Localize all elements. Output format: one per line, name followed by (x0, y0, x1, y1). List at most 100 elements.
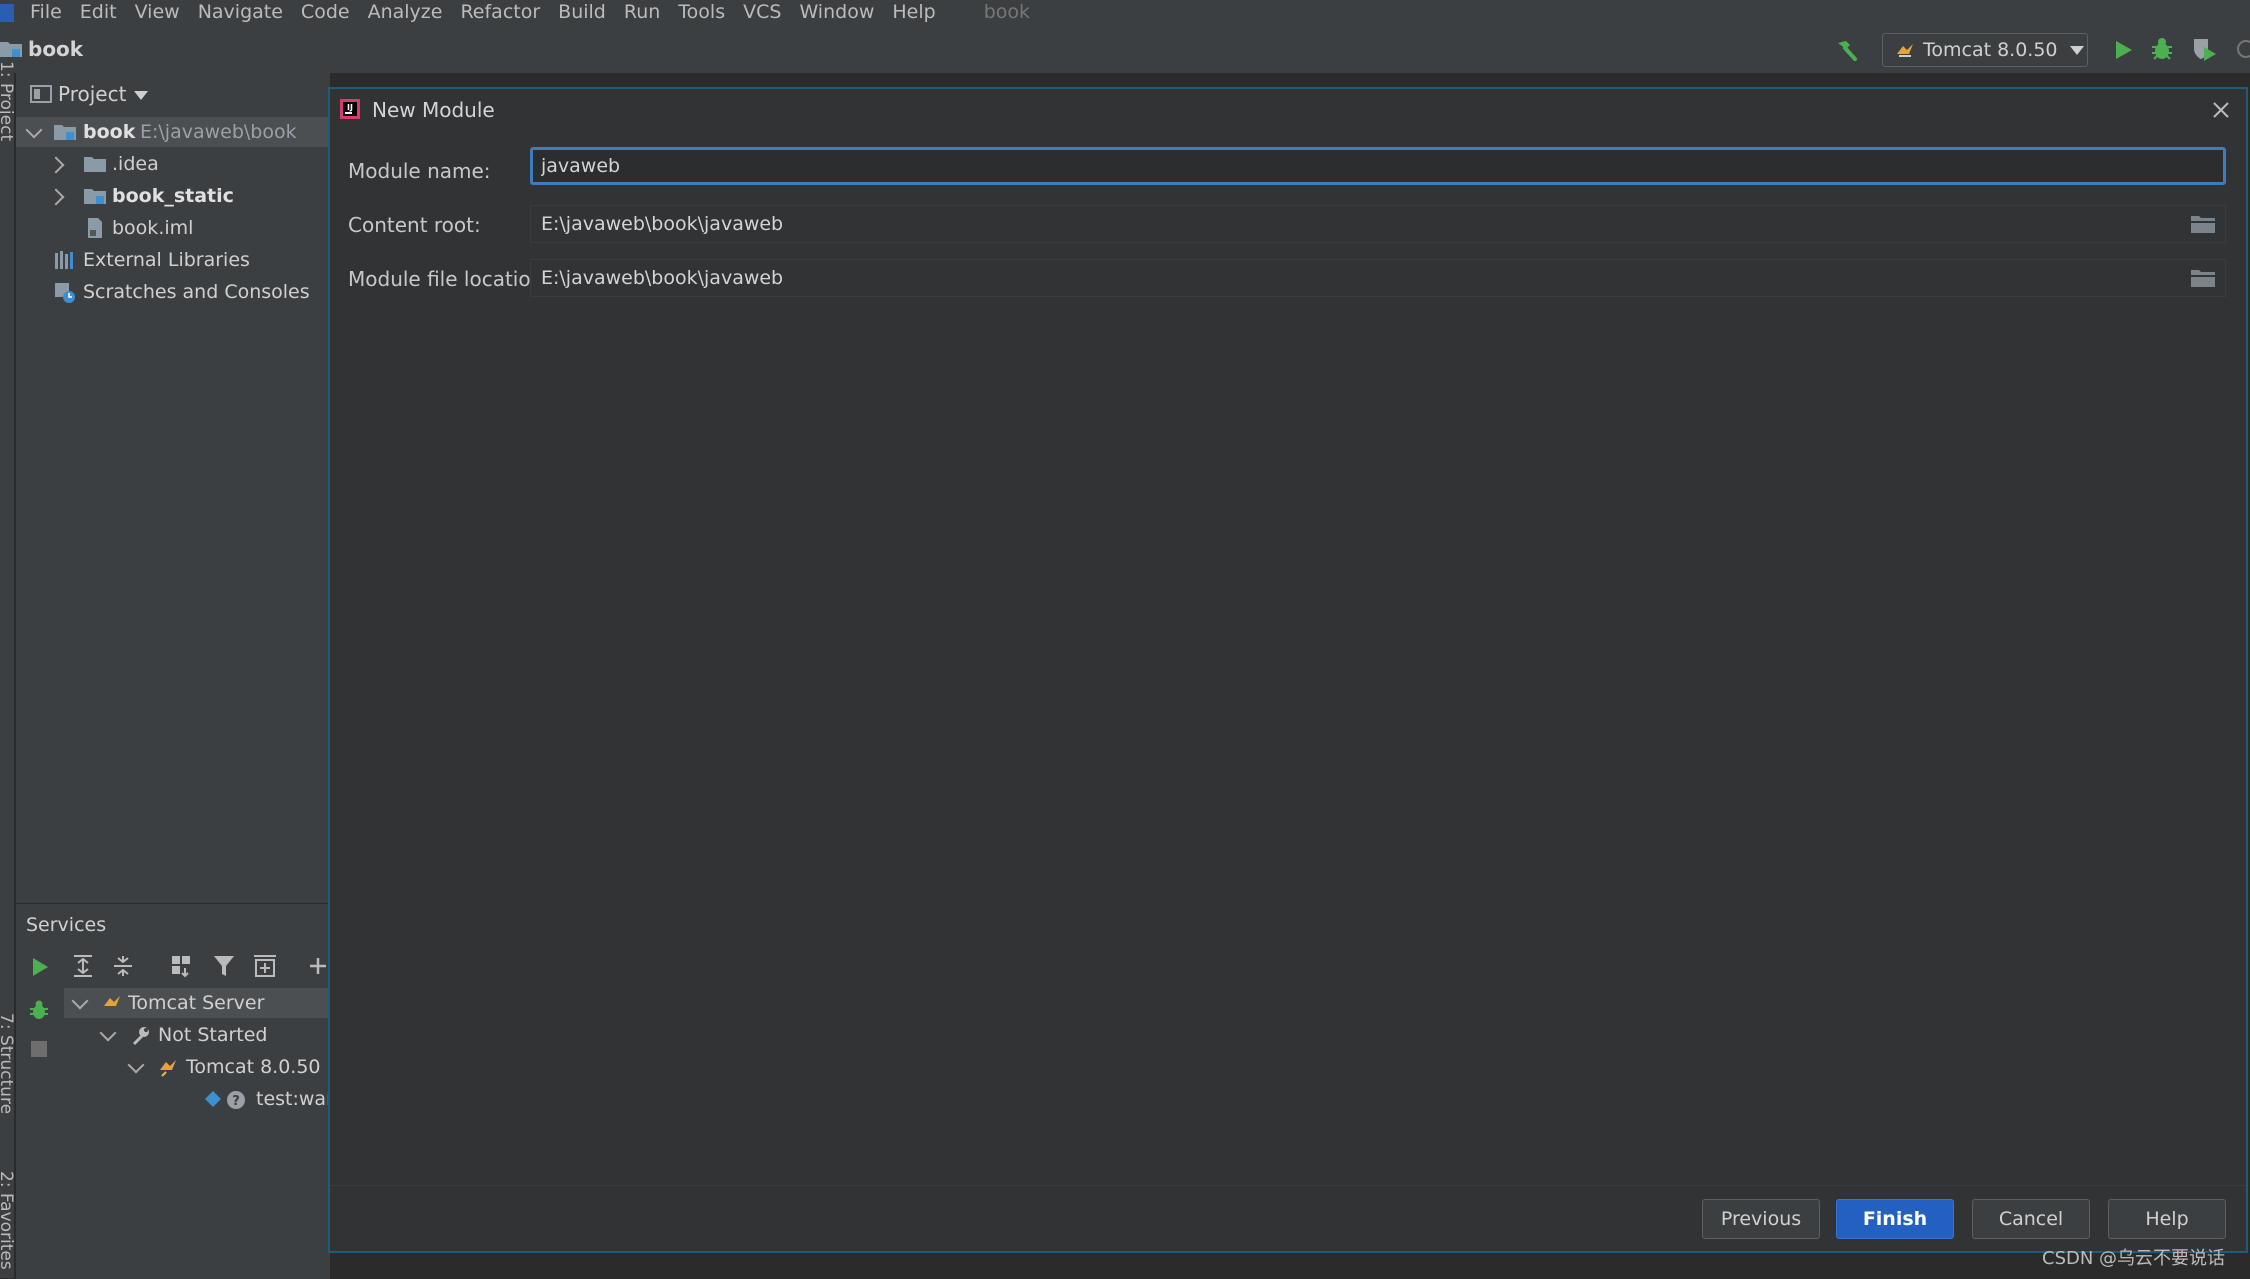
add-icon[interactable] (308, 956, 328, 976)
dialog-title-bar[interactable]: IJ New Module (330, 89, 2246, 131)
favorites-tool-tab[interactable]: 2: Favorites (0, 1171, 16, 1270)
chevron-right-icon[interactable] (47, 156, 65, 174)
module-file-location-label: Module file location: (348, 267, 550, 291)
expand-all-icon[interactable] (72, 954, 94, 978)
tree-item-book-static[interactable]: book_static (16, 181, 330, 211)
chevron-right-icon[interactable] (47, 188, 65, 206)
left-tool-stripe: 1: Project 7: Structure 2: Favorites (0, 61, 16, 1278)
navigation-bar: book Tomcat 8.0.50 (0, 25, 2250, 74)
tree-item-book-iml[interactable]: book.iml (16, 213, 330, 243)
service-not-started[interactable]: Not Started (64, 1020, 330, 1050)
breadcrumb-project[interactable]: book (28, 35, 83, 63)
help-button[interactable]: Help (2108, 1199, 2226, 1239)
chevron-down-icon[interactable] (25, 121, 43, 139)
tree-item-label: book (83, 121, 136, 143)
collapse-all-icon[interactable] (112, 954, 134, 978)
tree-item-book[interactable]: book E:\javaweb\book (16, 117, 330, 147)
new-module-dialog: IJ New Module Module name: Content root:… (328, 87, 2248, 1253)
tree-item-scratches[interactable]: Scratches and Consoles (16, 277, 330, 307)
service-artifact[interactable]: ? test:war ex (64, 1084, 330, 1114)
debug-bug-icon[interactable] (28, 998, 50, 1022)
run-config-label: Tomcat 8.0.50 (1923, 39, 2058, 61)
run-icon[interactable] (30, 956, 50, 978)
chevron-down-icon[interactable] (127, 1056, 145, 1074)
svg-text:IJ: IJ (347, 103, 353, 112)
module-file-location-input[interactable] (530, 259, 2226, 297)
new-service-group-icon[interactable] (252, 954, 278, 978)
menu-run[interactable]: Run (624, 0, 660, 25)
tree-item-idea[interactable]: .idea (16, 149, 330, 179)
browse-folder-icon[interactable] (2190, 213, 2216, 235)
chevron-down-icon (2069, 45, 2084, 55)
menu-window[interactable]: Window (799, 0, 874, 25)
csdn-watermark: CSDN @乌云不要说话 (2042, 1248, 2226, 1269)
filter-icon[interactable] (212, 954, 236, 978)
previous-button[interactable]: Previous (1702, 1199, 1820, 1239)
tomcat-icon (104, 996, 120, 1006)
cancel-button[interactable]: Cancel (1972, 1199, 2090, 1239)
tree-item-label: book.iml (112, 217, 194, 239)
tree-item-label: Scratches and Consoles (83, 281, 310, 303)
finish-button[interactable]: Finish (1836, 1199, 1954, 1239)
menu-navigate[interactable]: Navigate (198, 0, 283, 25)
tree-item-label: .idea (112, 153, 159, 175)
menu-refactor[interactable]: Refactor (460, 0, 540, 25)
tomcat-icon (1897, 44, 1913, 57)
tree-item-path: E:\javaweb\book (140, 121, 297, 143)
project-view-icon (30, 85, 52, 103)
menu-bar: File Edit View Navigate Code Analyze Ref… (0, 0, 2250, 25)
question-icon: ? (227, 1091, 245, 1109)
module-name-input[interactable] (530, 147, 2226, 185)
module-folder-icon (54, 125, 76, 140)
svg-text:?: ? (232, 1094, 240, 1109)
menu-edit[interactable]: Edit (80, 0, 117, 25)
service-tomcat-instance[interactable]: Tomcat 8.0.50 [l (64, 1052, 330, 1082)
window-project-title: book (983, 1, 1030, 23)
tree-item-label: External Libraries (83, 249, 250, 271)
intellij-app-icon (0, 3, 14, 22)
service-tomcat-server[interactable]: Tomcat Server (64, 988, 330, 1018)
tree-item-label: test:war ex (256, 1088, 330, 1110)
project-panel-header[interactable]: Project (16, 73, 330, 115)
close-icon[interactable] (2208, 97, 2234, 123)
chevron-down-icon[interactable] (99, 1024, 117, 1042)
run-icon[interactable] (2110, 37, 2136, 63)
browse-folder-icon[interactable] (2190, 267, 2216, 289)
menu-build[interactable]: Build (558, 0, 606, 25)
project-tool-tab[interactable]: 1: Project (0, 61, 16, 141)
run-with-coverage-icon[interactable] (2190, 35, 2218, 63)
wrench-icon (132, 1027, 149, 1046)
iml-file-icon (88, 218, 102, 238)
tree-item-label: Tomcat Server (128, 992, 265, 1014)
chevron-down-icon[interactable] (134, 91, 148, 100)
debug-bug-icon[interactable] (2148, 35, 2176, 63)
tree-item-label: Not Started (158, 1024, 268, 1046)
menu-file[interactable]: File (30, 0, 62, 25)
module-name-label: Module name: (348, 159, 491, 183)
group-by-icon[interactable] (170, 954, 194, 978)
module-folder-icon (84, 189, 106, 204)
project-view-title: Project (58, 82, 127, 106)
menu-tools[interactable]: Tools (678, 0, 725, 25)
dialog-title: New Module (372, 98, 495, 122)
content-root-input[interactable] (530, 205, 2226, 243)
services-tool-window: Services Tomcat Server Not Started Tomca… (16, 903, 330, 1279)
menu-help[interactable]: Help (892, 0, 935, 25)
dialog-divider (330, 1185, 2246, 1186)
folder-icon (84, 157, 106, 172)
run-configuration-select[interactable]: Tomcat 8.0.50 (1882, 33, 2088, 67)
menu-code[interactable]: Code (301, 0, 350, 25)
tree-item-label: Tomcat 8.0.50 (186, 1056, 321, 1078)
menu-vcs[interactable]: VCS (743, 0, 781, 25)
chevron-down-icon[interactable] (71, 992, 89, 1010)
tree-item-label: book_static (112, 185, 234, 207)
tree-item-external-libraries[interactable]: External Libraries (16, 245, 330, 275)
scratches-icon (55, 283, 75, 303)
profile-icon[interactable] (2232, 35, 2250, 63)
stop-icon[interactable] (30, 1040, 48, 1058)
structure-tool-tab[interactable]: 7: Structure (0, 1013, 16, 1114)
project-tool-window: Project book E:\javaweb\book .idea book_… (16, 73, 330, 903)
menu-view[interactable]: View (135, 0, 180, 25)
menu-analyze[interactable]: Analyze (368, 0, 443, 25)
build-hammer-icon[interactable] (1832, 37, 1860, 65)
